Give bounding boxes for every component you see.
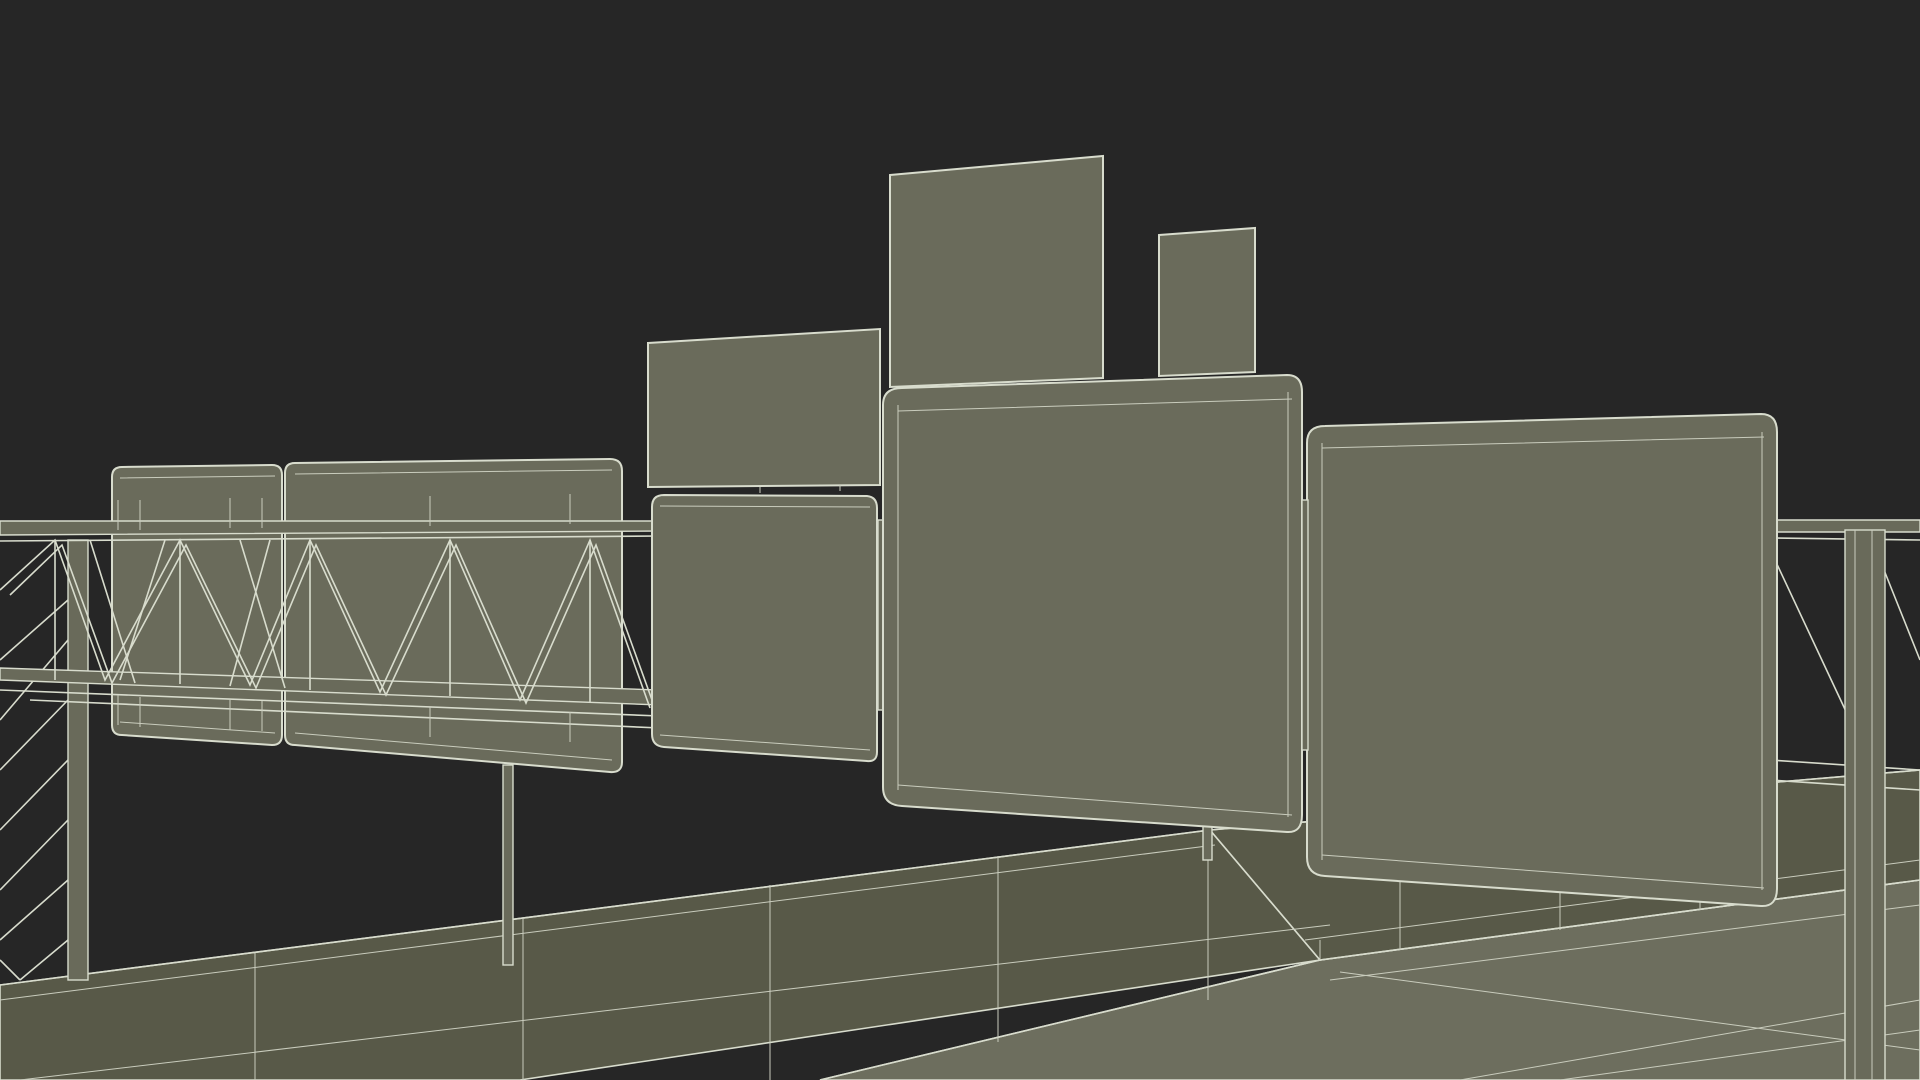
wireframe-render: .panel { fill: #6a6b5b; stroke: #d8dccd;… (0, 0, 1920, 1080)
top-sign-panel-left (647, 327, 881, 493)
left-sign-panel-a (111, 463, 283, 747)
sign-panel-center-large (882, 373, 1303, 834)
sign-panel-right-large (1301, 412, 1778, 908)
top-sign-panel-center (889, 154, 1104, 389)
top-sign-panel-right (1158, 226, 1256, 378)
sign-panel-mid-left (651, 493, 885, 763)
left-sign-panel-b (284, 457, 623, 774)
